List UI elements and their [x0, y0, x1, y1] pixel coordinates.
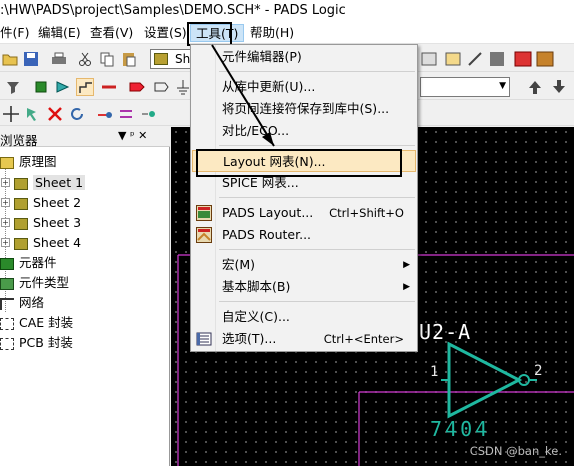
options-icon [196, 331, 212, 347]
submenu-arrow-icon: ▶ [403, 260, 410, 270]
move-icon[interactable] [2, 105, 20, 123]
menu-item-part-editor[interactable]: 元件编辑器(P) [192, 46, 416, 68]
add-gate-icon[interactable] [54, 78, 72, 96]
power-symbol-icon[interactable] [152, 78, 170, 96]
expand-sheet-2[interactable]: + [1, 198, 10, 207]
pads-layout-icon [196, 205, 212, 221]
browser-panel: 浏览器 ▼ ᵖ ✕ 原理图 + Sheet 1 + Sheet 2 + Shee… [0, 127, 170, 466]
menu-item-macros[interactable]: 宏(M) ▶ [192, 254, 416, 276]
annotation-box-layout-netlist [196, 149, 402, 177]
menu-settings[interactable]: 设置(S) [144, 24, 187, 42]
pick-icon[interactable] [24, 105, 42, 123]
tree-item-schematic[interactable]: 原理图 [0, 152, 57, 172]
sheet-icon [14, 217, 28, 230]
tree-item-pcb-decals[interactable]: PCB 封装 [0, 333, 73, 353]
pads-router-icon [196, 227, 212, 243]
cae-decal-icon [0, 317, 14, 330]
tree-item-sheet-1[interactable]: Sheet 1 [14, 173, 86, 193]
menu-separator [219, 145, 415, 146]
arrow-down-icon[interactable] [550, 78, 568, 96]
add-connection-icon[interactable] [76, 78, 94, 96]
toolbar-icon-d[interactable] [488, 50, 506, 68]
sheet-icon [14, 197, 28, 210]
arrow-up-icon[interactable] [526, 78, 544, 96]
rotate-icon[interactable] [68, 105, 86, 123]
sheet-combo[interactable]: She [150, 49, 198, 69]
label-icon[interactable] [140, 105, 158, 123]
add-bus-icon[interactable] [100, 78, 118, 96]
menu-view[interactable]: 查看(V) [90, 24, 133, 42]
save-icon[interactable] [22, 50, 40, 68]
off-page-icon[interactable] [128, 78, 146, 96]
menu-item-pads-router[interactable]: PADS Router... [192, 224, 416, 246]
swap-icon[interactable] [118, 105, 136, 123]
menu-item-pads-layout[interactable]: PADS Layout... Ctrl+Shift+O [192, 202, 416, 224]
tree-item-sheet-4[interactable]: Sheet 4 [14, 233, 81, 253]
pads-logo-icon[interactable] [514, 50, 532, 68]
menu-item-customize[interactable]: 自定义(C)... [192, 306, 416, 328]
menu-separator [219, 301, 415, 302]
menu-item-save-offpage-to-library[interactable]: 将页间连接符保存到库中(S)... [192, 98, 416, 120]
open-icon[interactable] [1, 50, 19, 68]
toolbar-icon-b[interactable] [444, 50, 462, 68]
watermark: CSDN @ban_ke. [469, 444, 562, 458]
menu-item-update-from-library[interactable]: 从库中更新(U)... [192, 76, 416, 98]
expand-sheet-1[interactable]: + [1, 178, 10, 187]
browser-panel-header: 浏览器 ▼ ᵖ ✕ [0, 127, 170, 148]
input-pin-number: 1 [430, 364, 439, 380]
menu-edit[interactable]: 编辑(E) [38, 24, 81, 42]
select-filter-icon[interactable] [4, 78, 22, 96]
delete-icon[interactable] [46, 105, 64, 123]
menu-file[interactable]: 件(F) [0, 24, 29, 42]
part-type-label: 7404 [430, 417, 491, 441]
panel-controls[interactable]: ▼ ᵖ ✕ [118, 129, 147, 142]
pcb-decal-icon [0, 337, 14, 350]
browser-panel-title: 浏览器 [0, 133, 38, 148]
paste-icon[interactable] [120, 50, 138, 68]
tree-item-cae-decals[interactable]: CAE 封装 [0, 313, 73, 333]
toolbar-icon-c[interactable] [466, 50, 484, 68]
net-combo[interactable]: ▼ [420, 77, 510, 97]
tree-item-part-types[interactable]: 元件类型 [0, 273, 69, 293]
sheet-icon [154, 53, 168, 65]
pads-router-toolbar-icon[interactable] [536, 50, 554, 68]
tree-item-sheet-3[interactable]: Sheet 3 [14, 213, 81, 233]
tree-item-nets[interactable]: 网络 [0, 293, 44, 313]
net-icon [0, 297, 14, 310]
menu-help[interactable]: 帮助(H) [250, 24, 294, 42]
menu-separator [219, 249, 415, 250]
part-type-icon [0, 277, 14, 290]
annotation-box-tools [187, 22, 232, 46]
window-title: :\HW\PADS\project\Samples\DEMO.SCH* - PA… [0, 3, 346, 18]
add-pin-icon[interactable] [96, 105, 114, 123]
print-icon[interactable] [50, 50, 68, 68]
tree-item-sheet-2[interactable]: Sheet 2 [14, 193, 81, 213]
menu-bar: 件(F) 编辑(E) 查看(V) 设置(S) 工具(T) 帮助(H) [0, 22, 574, 44]
toolbar-icon-a[interactable] [420, 50, 438, 68]
menu-separator [219, 71, 415, 72]
copy-icon[interactable] [98, 50, 116, 68]
menu-item-compare-eco[interactable]: 对比/ECO... [192, 120, 416, 142]
title-bar: :\HW\PADS\project\Samples\DEMO.SCH* - PA… [0, 0, 574, 22]
component-icon [0, 257, 14, 270]
tools-menu: 元件编辑器(P) 从库中更新(U)... 将页间连接符保存到库中(S)... 对… [190, 44, 418, 352]
add-part-icon[interactable] [32, 78, 50, 96]
menu-separator [219, 197, 415, 198]
expand-sheet-3[interactable]: + [1, 218, 10, 227]
sheet-icon [14, 237, 28, 250]
output-pin-number: 2 [534, 363, 543, 379]
gate-ref-designator: U2-A [419, 320, 472, 344]
tree-item-components[interactable]: 元器件 [0, 253, 57, 273]
cut-icon[interactable] [76, 50, 94, 68]
submenu-arrow-icon: ▶ [403, 282, 410, 292]
folder-icon [0, 156, 14, 169]
inverter-body [447, 341, 523, 419]
expand-sheet-4[interactable]: + [1, 238, 10, 247]
menu-item-options[interactable]: 选项(T)... Ctrl+<Enter> [192, 328, 416, 350]
menu-item-basic-scripts[interactable]: 基本脚本(B) ▶ [192, 276, 416, 298]
sheet-icon [14, 177, 28, 190]
